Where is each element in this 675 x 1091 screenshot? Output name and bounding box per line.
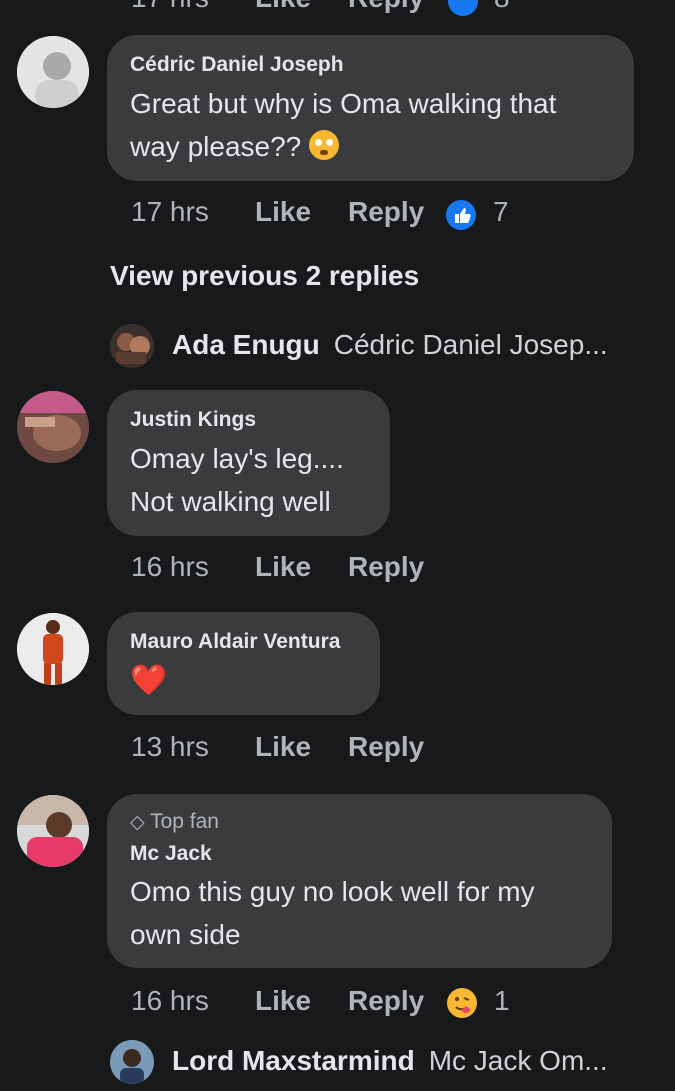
comment-bubble: Cédric Daniel Joseph Great but why is Om… [107,35,634,181]
comment-text: Omay lay's leg.... Not walking well [130,437,344,523]
reply-preview[interactable]: Lord Maxstarmind Mc Jack Om... [172,1045,608,1077]
comment-time: 17 hrs [131,196,209,227]
avatar[interactable] [110,1040,154,1084]
reply-button[interactable]: Reply [348,985,424,1017]
comment-bubble: ◇ Top fan Mc Jack Omo this guy no look w… [107,794,612,968]
like-button[interactable]: Like [255,551,311,583]
top-fan-badge: ◇ Top fan [130,810,219,834]
avatar-image [17,391,89,463]
commenter-name[interactable]: Mc Jack [130,842,212,866]
commenter-name[interactable]: Justin Kings [130,408,256,432]
comment-time: 17 hrs [131,0,209,14]
diamond-icon: ◇ [130,812,145,833]
comment-bubble: Justin Kings Omay lay's leg.... Not walk… [107,390,390,536]
like-button[interactable]: Like [255,731,311,763]
reply-preview-text: Cédric Daniel Josep... [333,329,608,360]
avatar[interactable] [17,795,89,867]
view-previous-replies-link[interactable]: View previous 2 replies [110,260,419,292]
like-reaction-icon [448,0,478,16]
reaction-count: 1 [494,985,510,1016]
avatar[interactable] [17,391,89,463]
yum-icon [447,988,477,1018]
reply-preview[interactable]: Ada Enugu Cédric Daniel Josep... [172,329,608,361]
avatar[interactable] [110,324,154,368]
comment-bubble: Mauro Aldair Ventura ❤️ [107,612,380,715]
avatar-image [17,36,89,108]
reaction-count: 8 [494,0,510,14]
reply-preview-text: Mc Jack Om... [428,1045,608,1076]
comment-line: own side [130,919,241,950]
reply-button[interactable]: Reply [348,731,424,763]
comment-time: 16 hrs [131,985,209,1016]
comment-line: Omay lay's leg.... [130,443,344,474]
comment-time: 13 hrs [131,731,209,762]
comment-text: ❤️ [130,659,167,702]
avatar-image [17,613,89,685]
avatar-image [110,324,154,368]
like-icon [446,200,476,230]
comment-line: way please?? [130,125,630,168]
reaction-count: 7 [493,196,509,227]
like-button[interactable]: Like [255,0,311,14]
reply-button[interactable]: Reply [348,551,424,583]
reply-button[interactable]: Reply [348,0,424,14]
avatar-image [17,795,89,867]
flushed-emoji-icon [309,130,340,160]
commenter-name[interactable]: Cédric Daniel Joseph [130,53,344,77]
reply-author: Ada Enugu [172,329,320,360]
like-button[interactable]: Like [255,985,311,1017]
reply-author: Lord Maxstarmind [172,1045,415,1076]
avatar[interactable] [17,36,89,108]
heart-emoji-icon: ❤️ [130,664,168,697]
reply-button[interactable]: Reply [348,196,424,228]
comment-text: Omo this guy no look well for my own sid… [130,870,610,956]
comment-line-text: way please?? [130,131,302,162]
avatar-image [110,1040,154,1084]
comment-line: Not walking well [130,486,331,517]
comment-line: Omo this guy no look well for my [130,876,535,907]
comment-time: 16 hrs [131,551,209,582]
comment-text: Great but why is Oma walking that way pl… [130,82,630,168]
commenter-name[interactable]: Mauro Aldair Ventura [130,630,340,654]
like-button[interactable]: Like [255,196,311,228]
avatar[interactable] [17,613,89,685]
top-fan-label: Top fan [150,810,219,833]
comment-line: Great but why is Oma walking that [130,88,557,119]
